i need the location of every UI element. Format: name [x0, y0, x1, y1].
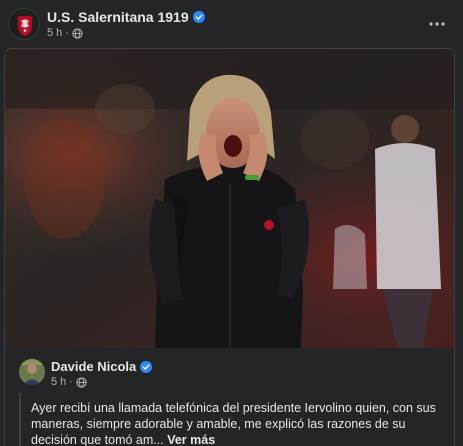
verified-badge-icon [192, 11, 205, 23]
page-avatar[interactable] [8, 8, 40, 40]
see-more-link[interactable]: Ver más [167, 433, 215, 446]
globe-icon[interactable] [72, 27, 83, 39]
post-header: U.S. Salernitana 1919 5 h · [0, 0, 463, 46]
shared-post-text: Ayer recibí una llamada telefónica del p… [31, 400, 451, 446]
salernitana-logo [9, 9, 39, 39]
shared-post-body: Davide Nicola 5 h · Ayer recibí una llam… [5, 348, 454, 446]
meta-separator: · [69, 376, 73, 388]
shared-post-photo[interactable] [5, 49, 454, 348]
quote-bar [19, 393, 21, 446]
more-options-button[interactable] [425, 12, 449, 36]
post-timestamp[interactable]: 5 h [47, 27, 62, 39]
shared-post-meta: 5 h · [51, 376, 87, 388]
shared-post-text-body: Ayer recibí una llamada telefónica del p… [31, 401, 436, 446]
meta-separator: · [65, 27, 69, 39]
author-avatar-image [19, 359, 45, 385]
page-name-link[interactable]: U.S. Salernitana 1919 [47, 9, 189, 25]
verified-badge-icon [140, 360, 153, 373]
coach-shouting-photo [5, 49, 454, 348]
shared-post-card[interactable]: Davide Nicola 5 h · Ayer recibí una llam… [4, 48, 455, 446]
author-avatar[interactable] [19, 359, 45, 385]
page-name-row: U.S. Salernitana 1919 [47, 9, 205, 25]
globe-icon[interactable] [76, 376, 87, 388]
more-options-icon [429, 22, 445, 26]
author-name-link[interactable]: Davide Nicola [51, 359, 136, 374]
author-name-row: Davide Nicola [51, 359, 153, 374]
shared-post-timestamp[interactable]: 5 h [51, 376, 66, 388]
post-meta: 5 h · [47, 27, 83, 39]
